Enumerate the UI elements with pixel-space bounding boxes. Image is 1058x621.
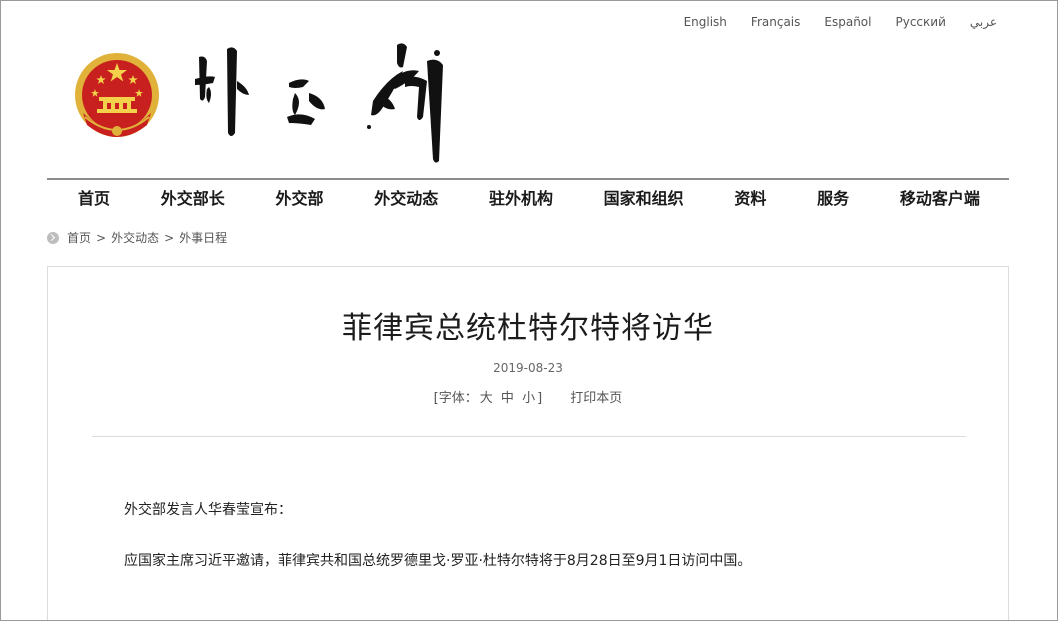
chevron-right-icon	[47, 231, 59, 244]
main-nav: 首页 外交部长 外交部 外交动态 驻外机构 国家和组织 资料 服务 移动客户端	[47, 178, 1009, 218]
font-size-prefix: [字体：	[433, 391, 478, 406]
lang-english[interactable]: English	[684, 14, 727, 30]
print-page-button[interactable]: 打印本页	[570, 391, 622, 406]
nav-item-missions-abroad[interactable]: 驻外机构	[489, 180, 553, 218]
lang-russian[interactable]: Русский	[895, 14, 945, 30]
nav-item-resources[interactable]: 资料	[734, 180, 766, 218]
breadcrumb-separator: >	[164, 230, 175, 245]
nav-item-minister[interactable]: 外交部长	[161, 180, 225, 218]
lang-spanish[interactable]: Español	[824, 14, 871, 30]
nav-item-mobile-client[interactable]: 移动客户端	[900, 180, 980, 218]
breadcrumb-diplomatic-news[interactable]: 外交动态	[111, 229, 159, 246]
nav-item-diplomatic-news[interactable]: 外交动态	[374, 180, 438, 218]
breadcrumb: 首页 > 外交动态 > 外事日程	[47, 229, 227, 246]
font-size-large-button[interactable]: 大	[480, 391, 493, 406]
font-size-medium-button[interactable]: 中	[501, 391, 514, 406]
lang-arabic[interactable]: عربي	[970, 14, 997, 30]
article-tools: [字体：大 中 小] 打印本页	[48, 387, 1008, 406]
lang-french[interactable]: Français	[751, 14, 800, 30]
font-size-suffix: ]	[537, 391, 543, 406]
font-size-small-button[interactable]: 小	[522, 391, 535, 406]
nav-item-ministry[interactable]: 外交部	[275, 180, 323, 218]
article-title: 菲律宾总统杜特尔特将访华	[342, 311, 714, 346]
breadcrumb-separator: >	[96, 230, 107, 245]
ministry-calligraphy-logo[interactable]	[191, 37, 453, 163]
breadcrumb-foreign-schedule[interactable]: 外事日程	[179, 229, 227, 246]
article-paragraph: 外交部发言人华春莹宣布：	[124, 502, 292, 518]
nav-item-services[interactable]: 服务	[817, 180, 849, 218]
browser-page: English Français Español Русский عربي 首页…	[0, 0, 1058, 621]
national-emblem-icon[interactable]	[73, 51, 161, 143]
article-divider	[92, 436, 966, 437]
article-date: 2019-08-23	[493, 361, 563, 375]
language-bar: English Français Español Русский عربي	[660, 14, 997, 30]
nav-item-countries-orgs[interactable]: 国家和组织	[604, 180, 684, 218]
breadcrumb-home[interactable]: 首页	[67, 229, 91, 246]
article-panel: 菲律宾总统杜特尔特将访华 2019-08-23 [字体：大 中 小] 打印本页 …	[47, 266, 1009, 620]
article-paragraph: 应国家主席习近平邀请，菲律宾共和国总统罗德里戈·罗亚·杜特尔特将于8月28日至9…	[124, 553, 752, 569]
nav-item-home[interactable]: 首页	[78, 180, 110, 218]
